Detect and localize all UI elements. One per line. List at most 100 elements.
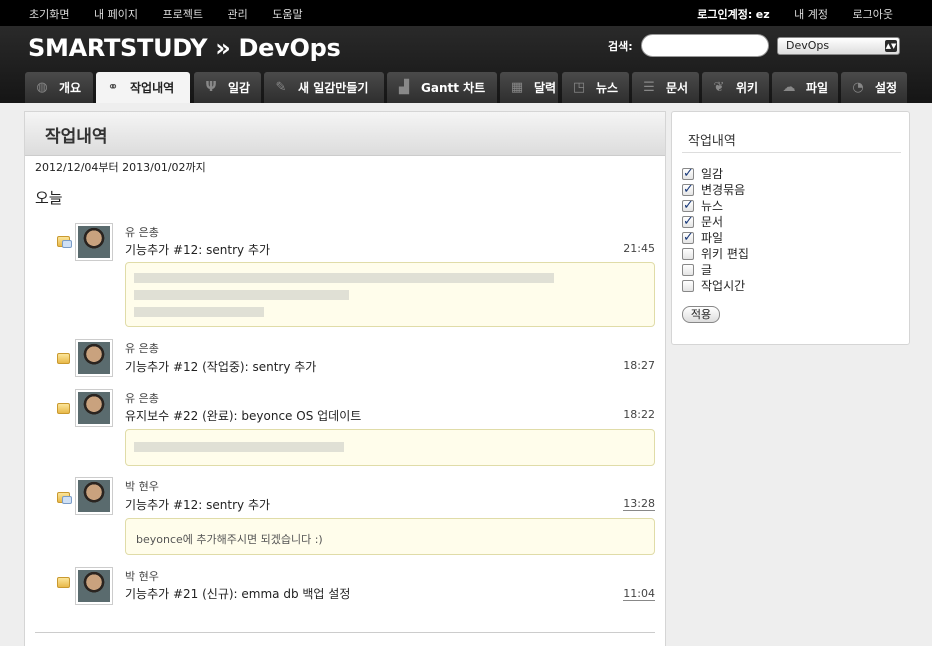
- event-time[interactable]: 21:45: [623, 242, 655, 255]
- tab-overview[interactable]: ◍ 개요: [25, 72, 93, 103]
- tab-label: 문서: [666, 81, 689, 95]
- filter-label: 뉴스: [701, 199, 724, 213]
- tab-label: 뉴스: [596, 81, 619, 95]
- tab-new-issue[interactable]: ✎ 새 일감만들기: [264, 72, 384, 103]
- tab-documents[interactable]: ☰ 문서: [632, 72, 699, 103]
- search-label: 검색:: [608, 40, 633, 53]
- filter-messages[interactable]: 글: [682, 261, 712, 278]
- blurred-text: [134, 307, 646, 320]
- avatar-photo: [78, 480, 110, 512]
- tab-files[interactable]: ☁ 파일: [772, 72, 838, 103]
- activity-event: 유 은총 유지보수 #22 (완료): beyonce OS 업데이트 18:2…: [25, 389, 665, 469]
- tab-issues[interactable]: Ψ 일감: [194, 72, 261, 103]
- filter-label: 일감: [701, 167, 724, 181]
- calendar-icon: ▦: [510, 80, 524, 95]
- utensils-icon: Ψ: [205, 80, 217, 95]
- content-title-bar: 작업내역: [25, 112, 665, 156]
- filter-news[interactable]: 뉴스: [682, 197, 723, 214]
- event-author[interactable]: 박 현우: [125, 568, 159, 584]
- tab-label: 개요: [59, 81, 82, 95]
- tab-gantt[interactable]: ▟ Gantt 차트: [387, 72, 497, 103]
- checkbox[interactable]: [682, 263, 694, 276]
- filter-label: 작업시간: [701, 279, 746, 293]
- checkbox[interactable]: [682, 214, 694, 229]
- top-menu-admin[interactable]: 관리: [227, 8, 247, 21]
- event-time[interactable]: 11:04: [623, 587, 655, 601]
- globe-icon: ◍: [36, 80, 48, 95]
- avatar: [75, 223, 113, 261]
- event-time[interactable]: 13:28: [623, 497, 655, 511]
- event-description: [125, 429, 655, 466]
- tab-settings[interactable]: ◔ 설정: [841, 72, 907, 103]
- login-label: 로그인계정:: [697, 8, 753, 21]
- event-title[interactable]: 기능추가 #12 (작업중): sentry 추가: [125, 358, 316, 375]
- event-description: [125, 262, 655, 327]
- tab-label: 달력: [534, 81, 557, 95]
- filter-changesets[interactable]: 변경묶음: [682, 181, 745, 198]
- event-title[interactable]: 기능추가 #21 (신규): emma db 백업 설정: [125, 585, 350, 602]
- filter-time-entries[interactable]: 작업시간: [682, 277, 745, 294]
- top-menu-help[interactable]: 도움말: [272, 8, 302, 21]
- login-user[interactable]: ez: [756, 8, 770, 21]
- event-time[interactable]: 18:22: [623, 408, 655, 421]
- event-title[interactable]: 유지보수 #22 (완료): beyonce OS 업데이트: [125, 407, 361, 424]
- checkbox[interactable]: [682, 198, 694, 213]
- binoculars-icon: ⚭: [107, 80, 119, 95]
- rss-icon: ◳: [572, 80, 586, 95]
- filter-issues[interactable]: 일감: [682, 165, 723, 182]
- event-title[interactable]: 기능추가 #12: sentry 추가: [125, 241, 270, 258]
- blurred-text: [134, 290, 646, 303]
- tab-label: 새 일감만들기: [298, 81, 369, 95]
- event-author[interactable]: 유 은총: [125, 390, 159, 406]
- top-menu: 초기화면 내 페이지 프로젝트 관리 도움말 로그인계정: ez 내 계정 로그…: [0, 0, 932, 26]
- tab-label: Gantt 차트: [421, 81, 486, 95]
- checkbox[interactable]: [682, 247, 694, 260]
- avatar: [75, 339, 113, 377]
- filter-label: 글: [701, 263, 713, 277]
- edit-icon: [57, 353, 70, 364]
- filter-wiki-edits[interactable]: 위키 편집: [682, 245, 749, 262]
- checkbox[interactable]: [682, 182, 694, 197]
- event-author[interactable]: 유 은총: [125, 340, 159, 356]
- page-title: 작업내역: [45, 127, 108, 147]
- avatar-photo: [78, 570, 110, 602]
- top-menu-home[interactable]: 초기화면: [29, 8, 69, 21]
- tab-label: 설정: [875, 81, 898, 95]
- checkbox[interactable]: [682, 279, 694, 292]
- apply-button[interactable]: 적용: [682, 306, 720, 323]
- tab-label: 위키: [736, 81, 759, 95]
- activity-event: 유 은총 기능추가 #12: sentry 추가 21:45: [25, 221, 665, 331]
- tab-calendar[interactable]: ▦ 달력: [500, 72, 558, 103]
- event-time[interactable]: 18:27: [623, 359, 655, 372]
- sidebar: 작업내역 일감 변경묶음 뉴스 문서 파일 위키 편집 글 작업시간 적용: [671, 111, 910, 345]
- tab-activity[interactable]: ⚭ 작업내역: [96, 72, 190, 103]
- avatar: [75, 567, 113, 605]
- my-account-link[interactable]: 내 계정: [794, 8, 828, 21]
- avatar-photo: [78, 226, 110, 258]
- cloud-upload-icon: ☁: [782, 80, 796, 95]
- content-panel: 작업내역 2012/12/04부터 2013/01/02까지 오늘 유 은총 기…: [24, 111, 666, 646]
- tab-news[interactable]: ◳ 뉴스: [562, 72, 629, 103]
- top-menu-projects[interactable]: 프로젝트: [162, 8, 202, 21]
- event-author[interactable]: 박 현우: [125, 478, 159, 494]
- day-heading: 오늘: [35, 189, 63, 207]
- checkbox[interactable]: [682, 230, 694, 245]
- filter-documents[interactable]: 문서: [682, 213, 723, 230]
- blurred-text: [134, 273, 646, 286]
- search-input[interactable]: [641, 34, 769, 57]
- checkbox[interactable]: [682, 166, 694, 181]
- filter-label: 변경묶음: [701, 183, 746, 197]
- tab-label: 파일: [806, 81, 829, 95]
- filter-files[interactable]: 파일: [682, 229, 723, 246]
- logout-link[interactable]: 로그아웃: [853, 8, 893, 21]
- project-select-value: DevOps: [786, 39, 830, 52]
- project-jump-select[interactable]: DevOps ▲▼: [777, 37, 900, 55]
- avatar-photo: [78, 392, 110, 424]
- blurred-text: [134, 442, 646, 455]
- top-menu-my-page[interactable]: 내 페이지: [94, 8, 138, 21]
- tab-wiki[interactable]: ❦ 위키: [702, 72, 769, 103]
- event-title[interactable]: 기능추가 #12: sentry 추가: [125, 496, 270, 513]
- activity-event: 박 현우 기능추가 #12: sentry 추가 13:28 beyonce에 …: [25, 477, 665, 557]
- stack-icon: ☰: [643, 80, 655, 95]
- event-author[interactable]: 유 은총: [125, 224, 159, 240]
